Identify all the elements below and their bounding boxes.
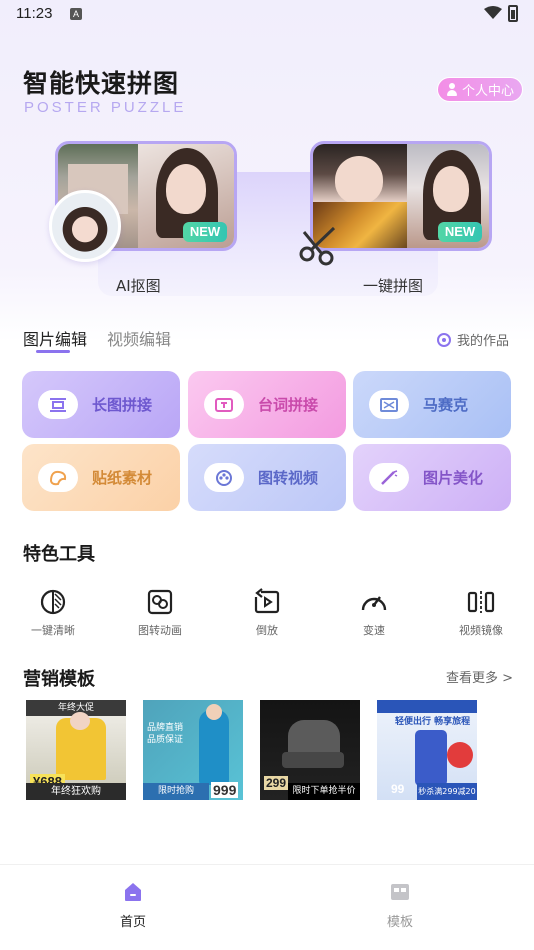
one-click-collage-label[interactable]: 一键拼图 — [363, 275, 423, 296]
mirror-icon — [467, 591, 495, 613]
tab-image-edit[interactable]: 图片编辑 — [23, 326, 87, 350]
tool-label: 一键清晰 — [31, 624, 75, 637]
notification-icon: A — [70, 8, 82, 20]
long-image-icon — [38, 390, 78, 419]
tool-reverse[interactable]: 倒放 — [222, 588, 312, 638]
feature-mosaic[interactable]: 马赛克 — [353, 371, 511, 438]
tool-image-to-animation[interactable]: 图转动画 — [115, 588, 205, 638]
feature-caption-stitch[interactable]: 台词拼接 — [188, 371, 346, 438]
tool-video-mirror[interactable]: 视频镜像 — [436, 588, 526, 638]
wifi-icon — [484, 6, 502, 19]
feature-sticker-material[interactable]: 贴纸素材 — [22, 444, 180, 511]
new-badge: NEW — [183, 222, 227, 242]
template-top-text: 轻便出行 畅享旅程 — [395, 717, 471, 727]
template-card[interactable]: 299 限时下单抢半价 — [260, 700, 360, 800]
feature-long-image-stitch[interactable]: 长图拼接 — [22, 371, 180, 438]
nav-templates-label: 模板 — [386, 915, 413, 930]
feature-image-beautify[interactable]: 图片美化 — [353, 444, 511, 511]
my-works-label: 我的作品 — [457, 334, 510, 349]
template-card[interactable]: 轻便出行 畅享旅程 99 秒杀满299减20 — [377, 700, 477, 800]
ai-cutout-label[interactable]: AI抠图 — [116, 275, 161, 296]
feature-image-to-video[interactable]: 图转视频 — [188, 444, 346, 511]
profile-center-button[interactable]: 个人中心 — [437, 77, 523, 102]
home-icon — [125, 883, 141, 901]
template-bar: 限时下单抢半价 — [288, 783, 360, 800]
suitcase-figure — [415, 730, 447, 786]
face-shape — [166, 164, 206, 214]
status-time: 11:23 — [16, 5, 53, 22]
sticker-icon — [38, 463, 78, 492]
marketing-templates-title: 营销模板 — [23, 669, 95, 690]
app-subtitle: POSTER PUZZLE — [24, 99, 187, 116]
promo-circle — [447, 742, 473, 768]
nav-home-label: 首页 — [119, 915, 146, 930]
dress-figure — [199, 710, 229, 785]
template-bar: 限时抢购 — [143, 783, 209, 800]
head-figure — [70, 712, 90, 730]
tool-label: 图转动画 — [138, 624, 182, 637]
tool-speed-change[interactable]: 变速 — [329, 588, 419, 638]
bottom-navigation: 首页 模板 — [0, 864, 534, 950]
works-icon — [437, 332, 451, 347]
cutout-avatar — [49, 190, 121, 262]
magic-wand-icon — [369, 463, 409, 492]
tool-label: 倒放 — [256, 624, 278, 637]
app-title: 智能快速拼图 — [23, 69, 180, 98]
text-frame-icon — [204, 390, 244, 419]
tool-label: 视频镜像 — [459, 624, 503, 637]
rewind-icon — [254, 588, 280, 614]
animation-icon — [147, 589, 173, 615]
portrait-photo-left — [313, 144, 407, 204]
face-shape — [335, 156, 383, 204]
feature-label: 长图拼接 — [92, 396, 153, 414]
template-card[interactable]: 品牌直销 品质保证 999 限时抢购 — [143, 700, 243, 800]
template-icon — [391, 884, 409, 900]
chair-seat — [282, 752, 344, 768]
view-more-link[interactable]: 查看更多 > — [446, 667, 513, 686]
template-header-strip — [377, 700, 477, 713]
tab-video-edit[interactable]: 视频编辑 — [107, 326, 171, 350]
feature-label: 台词拼接 — [258, 396, 319, 414]
tab-active-indicator — [36, 350, 70, 353]
head-figure — [206, 704, 222, 720]
template-top-text: 品牌直销 品质保证 — [147, 723, 184, 745]
template-bar: 年终狂欢购 — [26, 783, 126, 800]
new-badge: NEW — [438, 222, 482, 242]
feature-label: 贴纸素材 — [92, 469, 153, 487]
my-works-button[interactable]: 我的作品 — [437, 330, 509, 349]
nav-templates[interactable]: 模板 — [360, 881, 440, 930]
profile-center-label: 个人中心 — [461, 84, 514, 99]
tool-one-click-sharpen[interactable]: 一键清晰 — [8, 588, 98, 638]
speedometer-icon — [361, 596, 387, 611]
template-bar: 秒杀满299减20 — [417, 783, 477, 800]
face-shape — [433, 166, 469, 212]
template-price: 299 — [264, 776, 289, 790]
status-bar: 11:23 A — [0, 0, 534, 30]
feature-label: 图片美化 — [423, 469, 484, 487]
person-icon — [446, 83, 458, 96]
scissors-icon — [299, 226, 336, 266]
tool-label: 变速 — [363, 624, 385, 637]
feature-label: 马赛克 — [423, 396, 469, 414]
contrast-icon — [40, 589, 66, 615]
mosaic-icon — [369, 390, 409, 419]
nav-home[interactable]: 首页 — [93, 881, 173, 930]
template-price: 999 — [211, 782, 239, 798]
home-screen: 11:23 A 智能快速拼图 POSTER PUZZLE 个人中心 NEW NE… — [0, 0, 534, 950]
special-tools-title: 特色工具 — [23, 544, 95, 565]
template-price: 99 — [391, 782, 405, 796]
feature-label: 图转视频 — [258, 469, 319, 487]
template-card[interactable]: 年终大促 ¥688 年终狂欢购 — [26, 700, 126, 800]
film-reel-icon — [204, 463, 244, 492]
battery-icon — [508, 5, 518, 22]
